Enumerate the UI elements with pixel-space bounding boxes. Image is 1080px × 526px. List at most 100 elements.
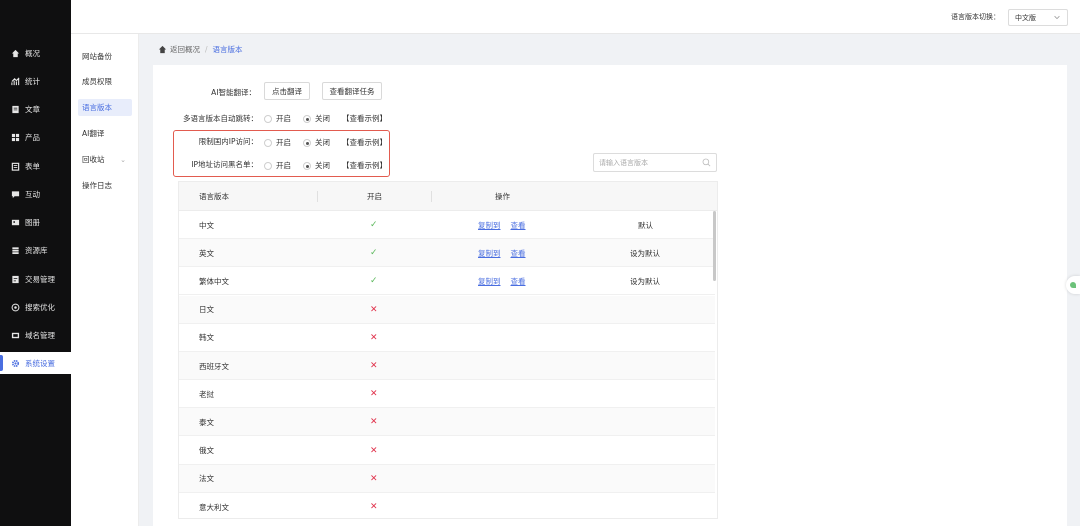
ip-blacklist-off[interactable]: 关闭 [303,160,330,171]
sidebar-item-label: 概况 [25,48,40,58]
default-badge: 默认 [638,220,653,230]
language-name: 西班牙文 [199,361,229,371]
radio-label: 开启 [276,114,291,123]
leaf-icon [1070,282,1076,288]
view-link[interactable]: 查看 [511,276,526,287]
submenu-item-label: 网站备份 [82,52,112,61]
check-icon: ✓ [370,220,378,230]
submenu-item-ai-translate[interactable]: AI翻译 [78,125,132,142]
sidebar-item-resources[interactable]: 资源库 [0,239,71,261]
grid-icon [11,133,20,142]
set-default-link[interactable]: 设为默认 [630,239,660,267]
breadcrumb-back-link[interactable]: 返回概况 [170,44,200,55]
submenu-item-logs[interactable]: 操作日志 [78,177,132,194]
sidebar-item-domains[interactable]: 域名管理 [0,324,71,346]
sidebar-item-seo[interactable]: 搜索优化 [0,296,71,318]
check-icon: ✓ [370,276,378,287]
radio-label: 关闭 [315,138,330,147]
sidebar-item-forms[interactable]: 表单 [0,155,71,177]
ip-blacklist-label: IP地址访问黑名单： [191,160,258,169]
disabled-cell: ✕ [370,352,378,380]
table-scrollbar[interactable] [713,211,716,281]
lang-switch-label: 语言版本切换： [951,13,1000,21]
radio-circle-checked [303,114,311,123]
auto-redirect-on[interactable]: 开启 [264,113,291,124]
radio-label: 关闭 [315,161,330,170]
language-name: 中文 [199,220,214,230]
album-icon [11,218,20,227]
search-input[interactable]: 请输入语言版本 [593,153,717,172]
chevron-down-icon [1053,13,1061,23]
column-divider [431,191,432,202]
table-row: 中文 ✓ 复制到 查看 默认 [179,211,715,239]
view-link[interactable]: 查看 [511,220,526,231]
language-name: 泰文 [199,417,214,427]
translate-button[interactable]: 点击翻译 [264,82,310,100]
sidebar-item-settings[interactable]: 系统设置 [0,352,71,374]
domain-icon [11,331,20,340]
language-name: 法文 [199,474,214,484]
ai-translate-label: AI智能翻译： [211,88,256,97]
radio-circle [264,114,272,123]
copy-to-link[interactable]: 复制到 [478,276,501,287]
lang-select-value: 中文版 [1015,13,1036,22]
disabled-cell: ✕ [370,296,378,324]
sidebar-item-label: 文章 [25,104,40,114]
submenu-item-label: 操作日志 [82,181,112,190]
disabled-cell: ✕ [370,437,378,465]
ip-blacklist-on[interactable]: 开启 [264,160,291,171]
chevron-down-icon: ⌄ [120,155,126,164]
table-row: 西班牙文 ✕ [179,352,715,380]
column-header-actions: 操作 [495,192,510,201]
main-sidebar: 概况 统计 文章 产品 表单 互动 图册 资源库 交易管理 搜索优化 域名管理 … [0,0,71,526]
sidebar-item-label: 统计 [25,76,40,86]
auto-redirect-off[interactable]: 关闭 [303,113,330,124]
submenu-item-backup[interactable]: 网站备份 [78,48,132,65]
sidebar-item-trade[interactable]: 交易管理 [0,268,71,290]
language-name: 俄文 [199,446,214,456]
side-float-tab[interactable] [1066,276,1080,294]
restrict-ip-example-link[interactable]: 【查看示例】 [342,137,387,148]
sidebar-item-articles[interactable]: 文章 [0,98,71,120]
table-row: 法文 ✕ [179,464,715,493]
restrict-ip-label: 限制国内IP访问： [198,137,258,146]
disabled-cell: ✕ [370,465,378,493]
auto-redirect-example-link[interactable]: 【查看示例】 [342,113,387,124]
sidebar-item-stats[interactable]: 统计 [0,70,71,92]
restrict-ip-off[interactable]: 关闭 [303,137,330,148]
radio-circle-checked [303,161,311,170]
cross-icon: ✕ [370,473,378,484]
seo-icon [11,303,20,312]
top-header: 语言版本切换： 中文版 [71,0,1080,34]
view-link[interactable]: 查看 [511,248,526,259]
submenu-item-label: 语言版本 [82,103,112,112]
ip-blacklist-example-link[interactable]: 【查看示例】 [342,160,387,171]
lang-select[interactable]: 中文版 [1008,9,1068,26]
submenu-item-label: AI翻译 [82,129,105,138]
submenu-item-permissions[interactable]: 成员权限 [78,73,132,90]
ip-blacklist-radio-group: 开启 关闭 【查看示例】 [264,160,387,171]
document-icon [11,105,20,114]
submenu-item-recycle[interactable]: 回收站 ⌄ [78,151,132,168]
sidebar-item-label: 产品 [25,132,40,142]
table-row: 英文 ✓ 复制到 查看 设为默认 [179,239,715,268]
copy-to-link[interactable]: 复制到 [478,248,501,259]
restrict-ip-on[interactable]: 开启 [264,137,291,148]
sidebar-item-products[interactable]: 产品 [0,126,71,148]
table-row: 老挝 ✕ [179,380,715,409]
sidebar-item-album[interactable]: 图册 [0,211,71,233]
disabled-cell: ✕ [370,380,378,408]
view-tasks-button[interactable]: 查看翻译任务 [322,82,382,100]
language-table: 语言版本 开启 操作 中文 ✓ 复制到 查看 默认 英文 ✓ 复制到 查看 设为默认 繁体中文 ✓ 复制… [178,181,718,519]
set-default-link[interactable]: 设为默认 [630,267,660,295]
sidebar-item-overview[interactable]: 概况 [0,42,71,64]
database-icon [11,246,20,255]
language-name: 繁体中文 [199,276,229,286]
copy-to-link[interactable]: 复制到 [478,220,501,231]
sidebar-item-interaction[interactable]: 互动 [0,183,71,205]
table-row: 韩文 ✕ [179,324,715,352]
submenu-item-language[interactable]: 语言版本 [78,99,132,116]
breadcrumb-separator: / [205,45,208,54]
sidebar-item-label: 系统设置 [25,358,55,368]
disabled-cell: ✕ [370,408,378,436]
